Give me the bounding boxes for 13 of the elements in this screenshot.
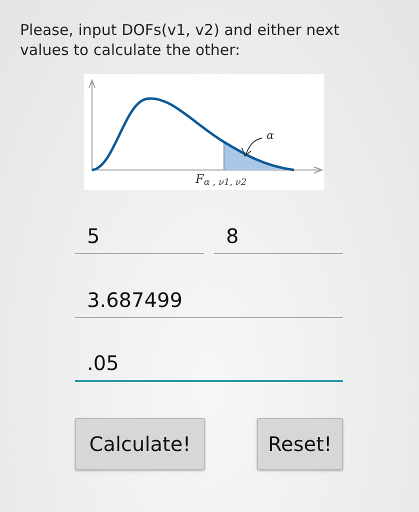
input-value: .05	[87, 348, 331, 378]
input-field[interactable]: 5	[75, 218, 204, 254]
input-value: 8	[226, 220, 331, 250]
calculate-button[interactable]: Calculate!	[75, 418, 205, 470]
input-field[interactable]: 8	[214, 218, 343, 254]
axis-label: F$_{α , ν1, ν2}$	[196, 171, 247, 188]
input-value: 3.687499	[87, 284, 331, 314]
input-value: 5	[87, 220, 192, 250]
alpha-label: α	[266, 128, 274, 144]
reset-button[interactable]: Reset!	[257, 418, 343, 470]
input-field[interactable]: .05	[75, 346, 343, 382]
instruction-text: Please, input DOFs(v1, v2) and either next values to calculate the other:	[19, 20, 340, 60]
input-field[interactable]: 3.687499	[75, 282, 343, 318]
